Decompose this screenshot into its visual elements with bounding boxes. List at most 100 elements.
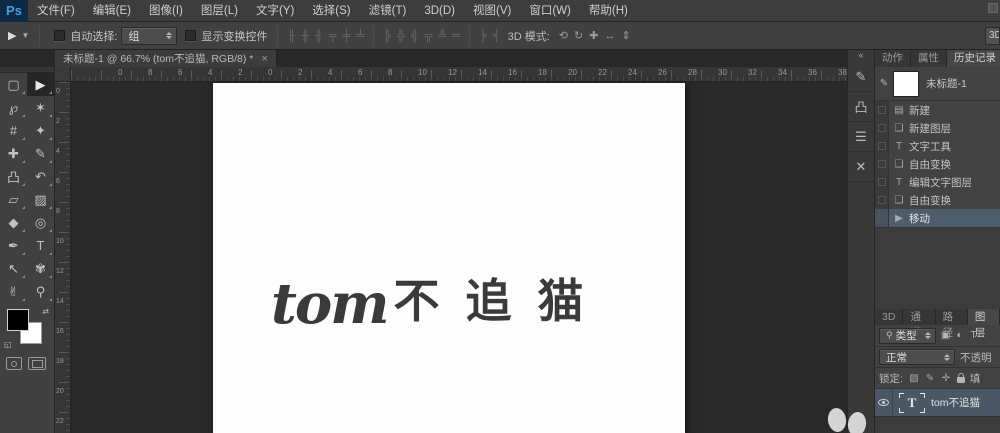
history-item-3[interactable]: ❏自由变换 [875, 155, 1000, 173]
document-canvas[interactable]: tom不追猫 [213, 83, 685, 433]
auto-select-checkbox[interactable] [54, 30, 65, 41]
eraser-tool[interactable]: ▱ [0, 188, 27, 211]
history-item-6[interactable]: ▶移动 [875, 209, 1000, 227]
show-transform-checkbox[interactable] [185, 30, 196, 41]
layers-tab-图层[interactable]: 图层 [968, 309, 1000, 325]
menu-item-1[interactable]: 编辑(E) [84, 0, 140, 22]
history-brush-well[interactable] [875, 137, 889, 155]
history-item-0[interactable]: ▤新建 [875, 101, 1000, 119]
quick-selection-tool[interactable]: ✶ [27, 96, 54, 119]
filter-pixel-layers-icon[interactable]: ▣ [939, 330, 953, 341]
align-vertical-centers-icon[interactable]: ╪ [343, 30, 351, 42]
layer-filter-kind-dropdown[interactable]: ⚲ 类型 [879, 328, 936, 344]
layers-tab-路径[interactable]: 路径 [936, 309, 968, 325]
text-layer-thumbnail[interactable]: T [899, 393, 925, 413]
history-snapshot-row[interactable]: ✎ 未标题-1 [875, 67, 1000, 101]
history-brush-well[interactable] [875, 119, 889, 137]
history-brush-well[interactable] [875, 155, 889, 173]
align-bottom-edges-icon[interactable]: ╧ [356, 30, 364, 42]
brush-presets-panel-icon[interactable]: ✎ [848, 62, 874, 92]
menu-item-10[interactable]: 帮助(H) [580, 0, 637, 22]
menu-item-7[interactable]: 3D(D) [415, 0, 464, 22]
distribute-top-edges-icon[interactable]: ╠ [383, 30, 391, 42]
align-horizontal-centers-icon[interactable]: ╫ [301, 30, 309, 42]
history-brush-tool[interactable]: ↶ [27, 165, 54, 188]
panel-tab-属性[interactable]: 属性 [911, 50, 947, 67]
3d-orbit-icon[interactable]: ⟲ [559, 30, 568, 42]
horizontal-ruler[interactable]: 0864202468101214161820222426283032343638… [71, 67, 847, 82]
lock-all-icon[interactable] [957, 377, 965, 383]
dodge-tool[interactable]: ◎ [27, 211, 54, 234]
move-tool[interactable]: ▶ [27, 73, 54, 96]
distribute-right-edges-icon[interactable]: ═ [452, 30, 460, 42]
menu-item-4[interactable]: 文字(Y) [247, 0, 303, 22]
history-item-1[interactable]: ❏新建图层 [875, 119, 1000, 137]
menu-item-3[interactable]: 图层(L) [192, 0, 247, 22]
distribute-bottom-edges-icon[interactable]: ╣ [411, 30, 419, 42]
3d-pan-icon[interactable]: ✚ [589, 30, 598, 42]
document-tab[interactable]: 未标题-1 @ 66.7% (tom不追猫, RGB/8) * × [55, 50, 277, 67]
distribute-vertical-centers-icon[interactable]: ╬ [397, 30, 405, 42]
history-item-2[interactable]: T文字工具 [875, 137, 1000, 155]
rectangular-marquee-tool[interactable]: ▢ [0, 73, 27, 96]
crop-tool[interactable]: # [0, 119, 27, 142]
auto-align-layers-icon[interactable]: ╞ [479, 30, 487, 42]
custom-shape-tool[interactable]: ✾ [27, 257, 54, 280]
menu-item-9[interactable]: 窗口(W) [520, 0, 580, 22]
spot-healing-brush-tool[interactable]: ✚ [0, 142, 27, 165]
path-selection-tool[interactable]: ↖ [0, 257, 27, 280]
3d-scale-icon[interactable]: ⇕ [621, 30, 630, 42]
distribute-left-edges-icon[interactable]: ╦ [425, 30, 433, 42]
history-brush-well[interactable] [875, 101, 889, 119]
panel-tab-动作[interactable]: 动作 [875, 50, 911, 67]
lock-transparency-icon[interactable]: ▨ [908, 373, 920, 384]
3d-roll-icon[interactable]: ↻ [574, 30, 583, 42]
menu-item-0[interactable]: 文件(F) [28, 0, 84, 22]
layer-row-text[interactable]: T tom不追猫 [875, 389, 1000, 417]
3d-slide-icon[interactable]: ↔ [604, 30, 615, 42]
align-top-edges-icon[interactable]: ╤ [329, 30, 337, 42]
panel-tab-历史记录[interactable]: 历史记录 [947, 50, 1000, 67]
gradient-tool[interactable]: ▨ [27, 188, 54, 211]
distribute-horizontal-centers-icon[interactable]: ╩ [438, 30, 446, 42]
clone-source-panel-icon[interactable]: 凸 [848, 92, 874, 122]
window-control[interactable] [988, 3, 998, 13]
canvas-text-layer[interactable]: tom不追猫 [271, 265, 609, 337]
type-tool[interactable]: T [27, 234, 54, 257]
blend-mode-dropdown[interactable]: 正常 [879, 349, 955, 365]
auto-select-dropdown[interactable]: 组 [121, 27, 177, 45]
align-right-edges-icon[interactable]: ╢ [315, 30, 323, 42]
align-left-edges-icon[interactable]: ╟ [287, 30, 295, 42]
menu-item-2[interactable]: 图像(I) [140, 0, 192, 22]
default-colors-icon[interactable]: ◱ [4, 340, 12, 349]
history-brush-well[interactable] [875, 191, 889, 209]
zoom-tool[interactable]: ⚲ [27, 280, 54, 303]
collapse-panels-icon[interactable]: « [848, 50, 874, 62]
menu-item-6[interactable]: 滤镜(T) [360, 0, 416, 22]
eyedropper-tool[interactable]: ✦ [27, 119, 54, 142]
layers-tab-3D[interactable]: 3D [875, 309, 903, 325]
lasso-tool[interactable]: ℘ [0, 96, 27, 119]
character-panel-icon[interactable]: ☰ [848, 122, 874, 152]
menu-item-5[interactable]: 选择(S) [303, 0, 359, 22]
lock-position-icon[interactable]: ✛ [940, 373, 952, 384]
history-brush-well[interactable] [875, 209, 889, 227]
ruler-origin-corner[interactable] [55, 67, 71, 82]
tool-preset-picker[interactable]: ▶ ▼ [0, 29, 33, 42]
history-brush-source-icon[interactable]: ✎ [877, 78, 891, 89]
hand-tool[interactable]: ✌ [0, 280, 27, 303]
brush-tool[interactable]: ✎ [27, 142, 54, 165]
menu-item-8[interactable]: 视图(V) [464, 0, 520, 22]
pen-tool[interactable]: ✒ [0, 234, 27, 257]
workspace-switcher-button[interactable]: 3D [985, 27, 1000, 45]
lock-image-icon[interactable]: ✎ [924, 373, 936, 384]
clone-stamp-tool[interactable]: 凸 [0, 165, 27, 188]
snapshot-thumbnail[interactable] [893, 71, 919, 97]
close-tab-icon[interactable]: × [261, 53, 267, 65]
history-item-4[interactable]: T编辑文字图层 [875, 173, 1000, 191]
tool-presets-panel-icon[interactable]: ✕ [848, 152, 874, 182]
filter-type-layers-icon[interactable]: T [967, 330, 981, 341]
foreground-color-swatch[interactable] [7, 309, 29, 331]
auto-distribute-icon[interactable]: ╡ [493, 30, 501, 42]
history-item-5[interactable]: ❏自由变换 [875, 191, 1000, 209]
